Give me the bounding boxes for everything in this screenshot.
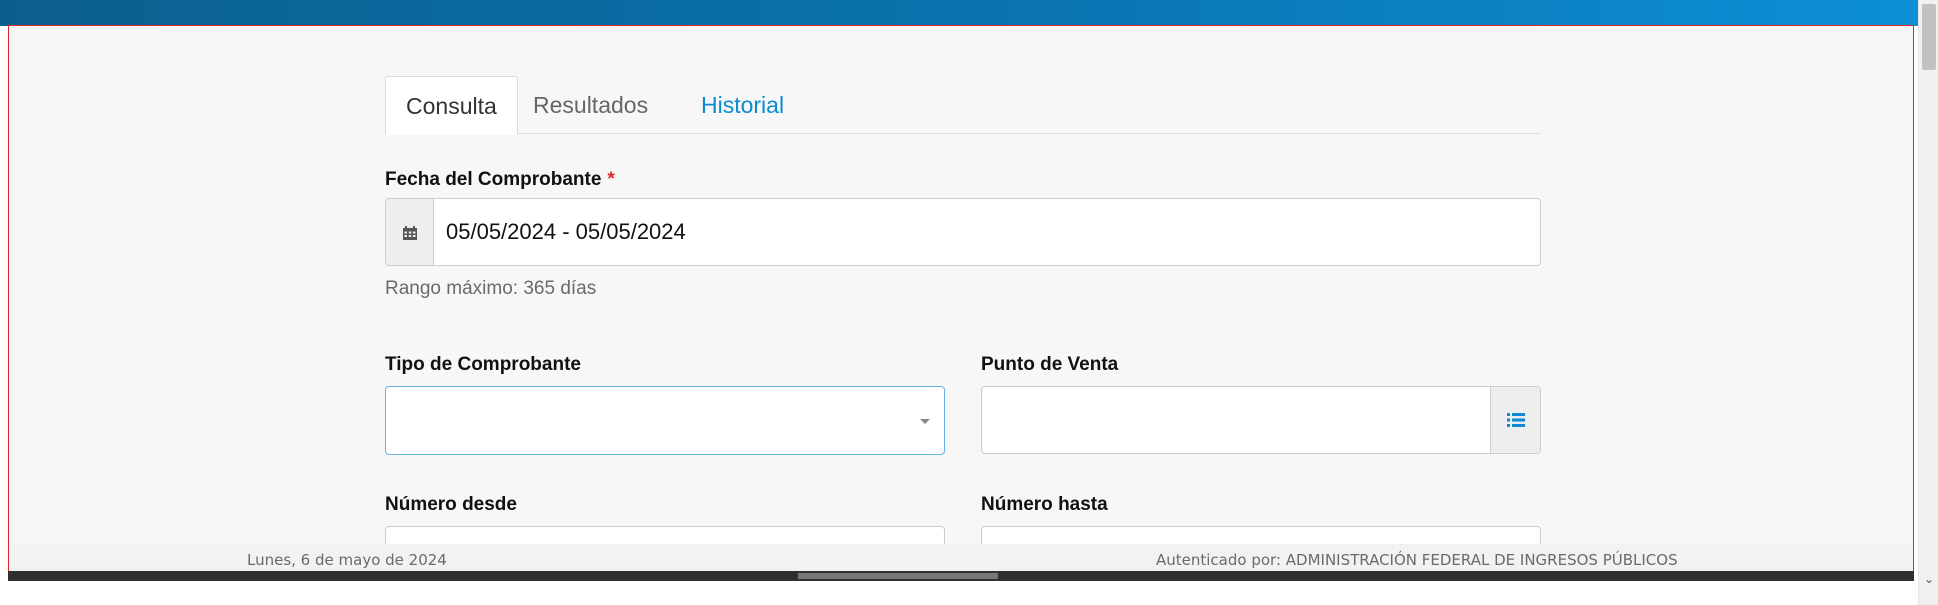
calendar-addon[interactable] bbox=[386, 199, 434, 265]
tab-bar: Consulta Resultados Historial bbox=[385, 76, 1541, 135]
footer-date: Lunes, 6 de mayo de 2024 bbox=[247, 551, 447, 569]
required-marker: * bbox=[607, 169, 615, 190]
scroll-down-icon[interactable]: ⌄ bbox=[1923, 573, 1935, 585]
calendar-icon bbox=[403, 226, 417, 240]
horizontal-scroll-thumb[interactable] bbox=[798, 573, 998, 579]
numero-hasta-label: Número hasta bbox=[981, 494, 1108, 515]
horizontal-scrollbar[interactable] bbox=[8, 571, 1914, 581]
tipo-label: Tipo de Comprobante bbox=[385, 354, 581, 375]
footer-bar: Lunes, 6 de mayo de 2024 Autenticado por… bbox=[9, 544, 1913, 574]
header-bar bbox=[0, 0, 1918, 26]
tab-resultados[interactable]: Resultados bbox=[513, 76, 668, 135]
caret-down-icon bbox=[920, 419, 930, 424]
fecha-label: Fecha del Comprobante * bbox=[385, 169, 615, 191]
fecha-input[interactable]: 05/05/2024 - 05/05/2024 bbox=[446, 199, 686, 265]
tab-consulta[interactable]: Consulta bbox=[385, 76, 518, 135]
punto-input[interactable] bbox=[982, 387, 1490, 453]
tab-historial[interactable]: Historial bbox=[681, 76, 804, 135]
vertical-scrollbar[interactable]: ⌄ bbox=[1918, 0, 1938, 605]
tipo-select[interactable] bbox=[385, 386, 945, 455]
punto-label: Punto de Venta bbox=[981, 354, 1119, 375]
numero-desde-label: Número desde bbox=[385, 494, 517, 515]
list-icon bbox=[1507, 413, 1525, 427]
fecha-label-text: Fecha del Comprobante bbox=[385, 169, 602, 190]
fecha-input-group: 05/05/2024 - 05/05/2024 bbox=[385, 198, 1541, 266]
punto-list-button[interactable] bbox=[1490, 387, 1540, 453]
fecha-help-text: Rango máximo: 365 días bbox=[385, 278, 597, 299]
main-frame: Consulta Resultados Historial Fecha del … bbox=[8, 25, 1914, 581]
punto-input-group bbox=[981, 386, 1541, 454]
vertical-scroll-thumb[interactable] bbox=[1922, 4, 1936, 70]
footer-auth: Autenticado por: ADMINISTRACIÓN FEDERAL … bbox=[1156, 551, 1678, 569]
